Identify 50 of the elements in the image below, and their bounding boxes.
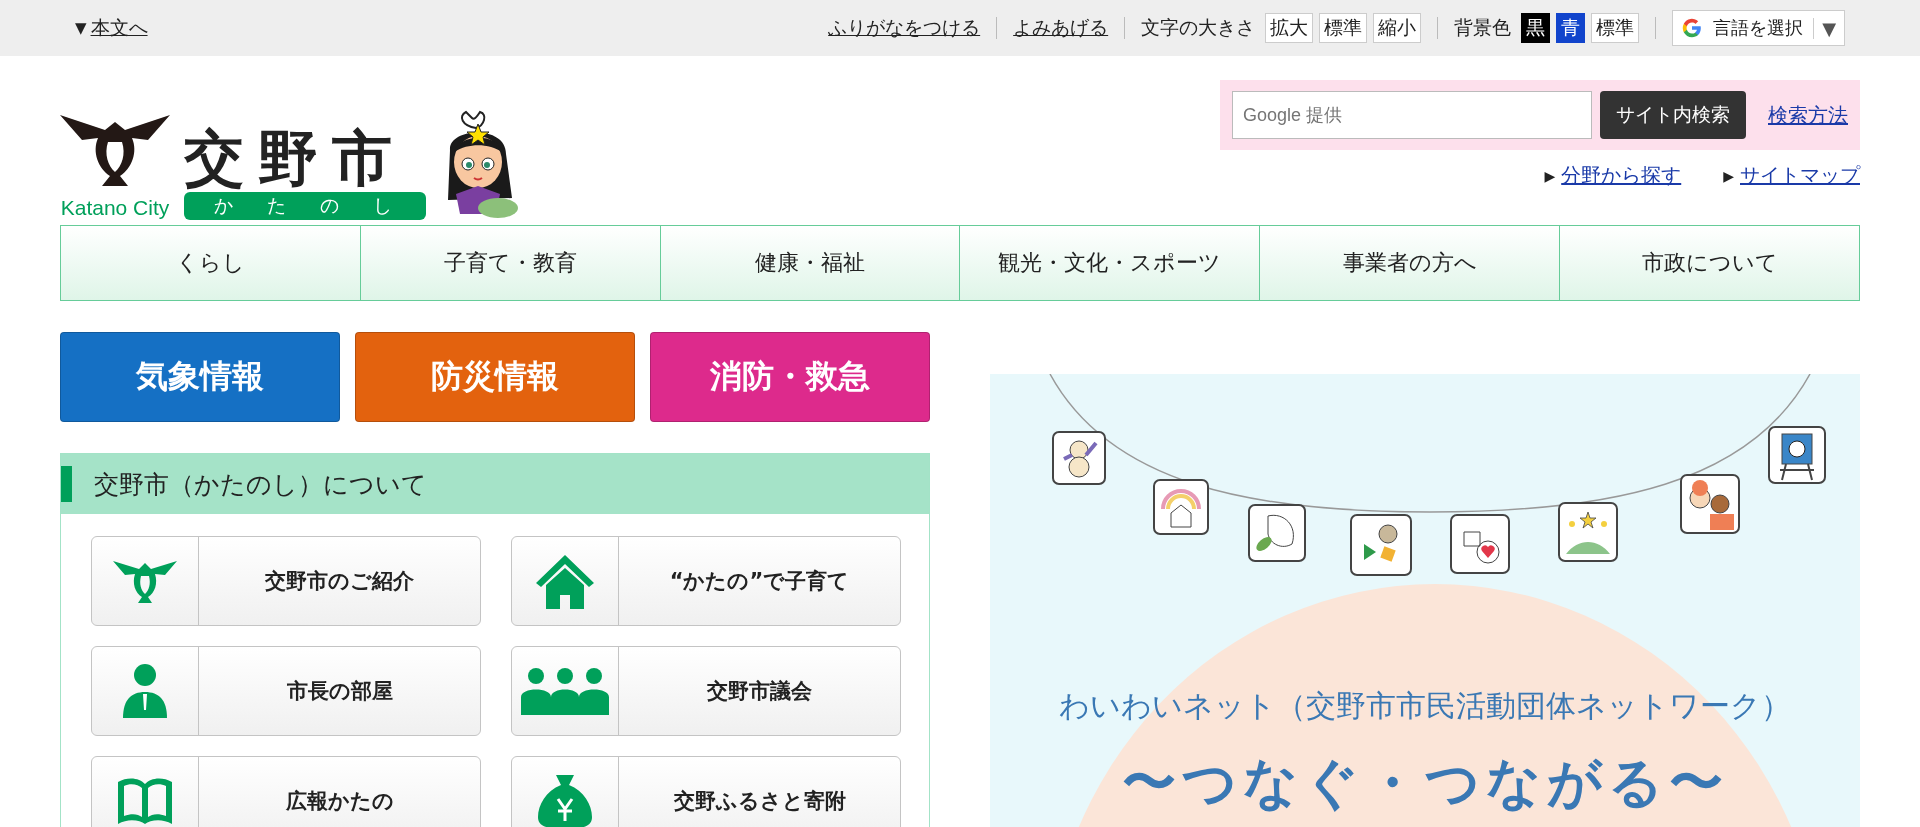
nav-tab[interactable]: 健康・福祉 — [659, 226, 960, 300]
background-color-button[interactable]: 標準 — [1591, 13, 1640, 43]
person-icon — [123, 664, 167, 718]
menu-card[interactable]: 広報かたの — [91, 756, 481, 827]
rainbow-house-icon — [1153, 479, 1209, 535]
menu-card[interactable]: 交野ふるさと寄附 — [511, 756, 901, 827]
search-help-link[interactable]: 検索方法 — [1768, 101, 1848, 129]
header-link[interactable]: ▶ 分野から探す — [1544, 162, 1682, 189]
two-faces-icon — [1680, 474, 1740, 534]
group-icon — [521, 667, 609, 715]
search-field[interactable]: Google 提供 — [1232, 91, 1592, 139]
emergency-info-button[interactable]: 気象情報 — [60, 332, 340, 422]
nav-tab[interactable]: 観光・文化・スポーツ — [959, 226, 1260, 300]
font-size-button[interactable]: 縮小 — [1373, 13, 1422, 43]
easel-icon — [1768, 426, 1826, 484]
english-city-name: Katano City — [60, 196, 170, 220]
money-bag-icon — [538, 773, 592, 827]
city-name-reading: かたのし — [184, 192, 426, 220]
search-button[interactable]: サイト内検索 — [1600, 91, 1746, 139]
banner[interactable]: わいわいネット（交野市市民活動団体ネットワーク） 〜つなぐ・つながる〜 — [990, 374, 1860, 827]
crest-icon — [113, 559, 177, 603]
language-select[interactable]: 言語を選択 ▼ — [1672, 10, 1845, 46]
background-color-button[interactable]: 黒 — [1521, 13, 1551, 43]
background-color-label: 背景色 — [1454, 15, 1512, 40]
skip-to-content-link[interactable]: ▼ 本文へ — [75, 15, 148, 41]
menu-card[interactable]: 市長の部屋 — [91, 646, 481, 736]
background-color-button[interactable]: 青 — [1556, 13, 1586, 43]
emergency-info-button[interactable]: 消防・救急 — [650, 332, 930, 422]
shapes-icon — [1350, 514, 1412, 576]
nav-tab[interactable]: 市政について — [1559, 226, 1859, 300]
utility-link[interactable]: よみあげる — [1013, 15, 1109, 41]
section-title: 交野市（かたのし）について — [94, 468, 427, 501]
utility-link[interactable]: ふりがなをつける — [828, 15, 981, 41]
font-size-button[interactable]: 標準 — [1319, 13, 1368, 43]
menu-card[interactable]: 交野市のご紹介 — [91, 536, 481, 626]
g-logo-icon — [1681, 17, 1704, 39]
menu-card[interactable]: 交野市議会 — [511, 646, 901, 736]
menu-card[interactable]: “かたの”で子育て — [511, 536, 901, 626]
nav-tab[interactable]: 事業者の方へ — [1259, 226, 1560, 300]
section-header-marker — [61, 466, 72, 502]
header-link[interactable]: ▶ サイトマップ — [1723, 162, 1860, 189]
banner-subtitle: わいわいネット（交野市市民活動団体ネットワーク） — [1059, 687, 1791, 725]
stars-hill-icon — [1558, 502, 1618, 562]
font-size-button[interactable]: 拡大 — [1265, 13, 1314, 43]
leaf-icon — [1248, 504, 1306, 562]
font-size-label: 文字の大きさ — [1141, 15, 1256, 40]
nav-tab[interactable]: 子育て・教育 — [359, 226, 660, 300]
city-name: 交野市 — [184, 127, 407, 190]
house-icon — [534, 553, 596, 609]
banner-title: 〜つなぐ・つながる〜 — [1121, 750, 1729, 816]
